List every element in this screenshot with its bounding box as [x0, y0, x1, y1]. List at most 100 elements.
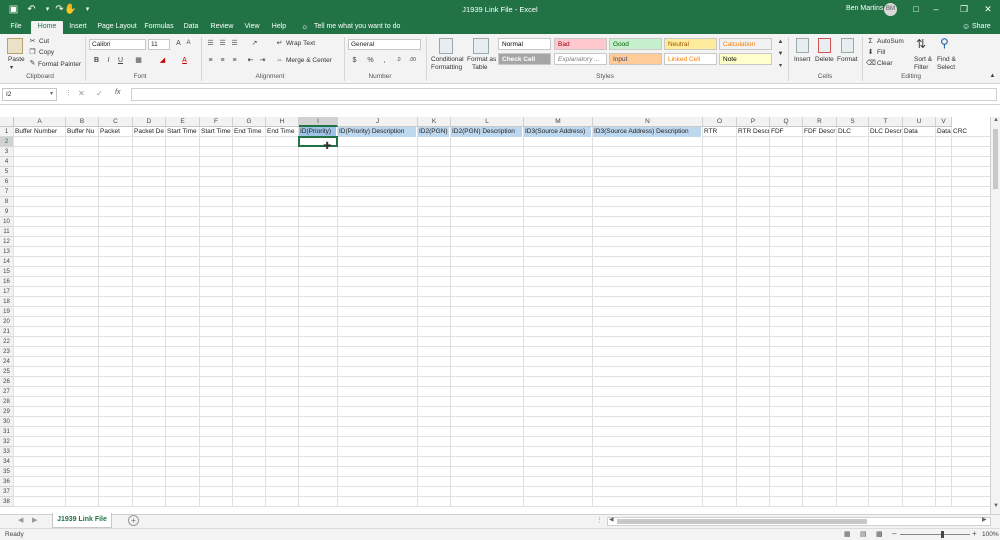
- cell-style-9[interactable]: Note: [719, 53, 772, 65]
- zoom-slider-thumb[interactable]: [941, 531, 944, 538]
- clear-button[interactable]: Clear: [877, 60, 893, 67]
- add-sheet-button[interactable]: +: [128, 515, 139, 526]
- format-painter-button[interactable]: Format Painter: [38, 61, 81, 68]
- orientation-icon[interactable]: ↗: [250, 39, 259, 48]
- avatar[interactable]: BM: [884, 3, 897, 16]
- row-header[interactable]: 15: [0, 267, 14, 277]
- header-cell[interactable]: Data Desc: [936, 127, 951, 137]
- insert-function-icon[interactable]: fx: [115, 89, 120, 96]
- page-layout-view-icon[interactable]: ▤: [860, 530, 867, 538]
- close-icon[interactable]: ✕: [980, 3, 996, 16]
- vertical-scroll-thumb[interactable]: [993, 129, 998, 189]
- zoom-slider[interactable]: [900, 534, 970, 535]
- paste-icon[interactable]: [7, 38, 23, 54]
- row-header[interactable]: 8: [0, 197, 14, 207]
- row-header[interactable]: 26: [0, 377, 14, 387]
- cell-style-6[interactable]: Explanatory ...: [554, 53, 607, 65]
- row-header[interactable]: 19: [0, 307, 14, 317]
- vertical-scrollbar[interactable]: ▲ ▼: [990, 117, 1000, 514]
- format-painter-icon[interactable]: ✎: [28, 59, 37, 68]
- row-header[interactable]: 34: [0, 457, 14, 467]
- row-header[interactable]: 3: [0, 147, 14, 157]
- column-header[interactable]: U: [903, 117, 936, 127]
- enter-icon[interactable]: ✓: [96, 89, 103, 98]
- row-header[interactable]: 23: [0, 347, 14, 357]
- row-header[interactable]: 36: [0, 477, 14, 487]
- row-header[interactable]: 2: [0, 137, 14, 147]
- column-header[interactable]: T: [869, 117, 903, 127]
- delete-cells-button[interactable]: Delete: [815, 56, 834, 63]
- column-header[interactable]: I: [299, 117, 338, 127]
- column-header[interactable]: A: [14, 117, 66, 127]
- row-header[interactable]: 25: [0, 367, 14, 377]
- borders-icon[interactable]: ▦: [134, 56, 143, 65]
- page-break-view-icon[interactable]: ▩: [876, 530, 883, 538]
- cell-style-2[interactable]: Good: [609, 38, 662, 50]
- minimize-icon[interactable]: –: [928, 3, 944, 16]
- header-cell[interactable]: End Time: [233, 127, 265, 137]
- select-all-button[interactable]: [0, 117, 14, 127]
- header-cell[interactable]: CRC: [952, 127, 972, 137]
- column-header[interactable]: F: [200, 117, 233, 127]
- tab-view[interactable]: View: [242, 21, 262, 34]
- align-bottom-icon[interactable]: ☰: [230, 39, 239, 48]
- header-cell[interactable]: Start Time: [166, 127, 199, 137]
- row-header[interactable]: 32: [0, 437, 14, 447]
- tab-data[interactable]: Data: [180, 21, 202, 34]
- row-header[interactable]: 13: [0, 247, 14, 257]
- format-cells-button[interactable]: Format: [837, 56, 858, 63]
- decrease-indent-icon[interactable]: ⇤: [246, 56, 255, 65]
- column-header[interactable]: N: [593, 117, 703, 127]
- copy-button[interactable]: Copy: [39, 49, 54, 56]
- name-box-dropdown-icon[interactable]: ▾: [50, 90, 53, 97]
- header-cell[interactable]: RTR: [703, 127, 736, 137]
- format-as-table-icon[interactable]: [473, 38, 489, 54]
- header-cell[interactable]: DLC: [837, 127, 868, 137]
- tell-me-search[interactable]: Tell me what you want to do: [314, 23, 400, 30]
- row-header[interactable]: 33: [0, 447, 14, 457]
- row-header[interactable]: 11: [0, 227, 14, 237]
- column-header[interactable]: C: [99, 117, 133, 127]
- scroll-right-icon[interactable]: ▶: [982, 516, 987, 523]
- scroll-down-icon[interactable]: ▼: [993, 503, 999, 509]
- fill-icon[interactable]: ⬇: [866, 48, 875, 57]
- row-header[interactable]: 22: [0, 337, 14, 347]
- increase-decimal-icon[interactable]: .0: [394, 56, 403, 65]
- header-cell[interactable]: ID3(Source Address) Description: [593, 127, 702, 137]
- collapse-ribbon-icon[interactable]: ▲: [988, 72, 997, 81]
- selected-cell[interactable]: [298, 136, 338, 147]
- header-cell[interactable]: Packet De: [133, 127, 165, 137]
- font-name-select[interactable]: Calibri: [89, 39, 146, 50]
- italic-icon[interactable]: I: [104, 56, 113, 65]
- number-format-select[interactable]: General: [348, 39, 421, 50]
- cut-button[interactable]: Cut: [39, 38, 49, 45]
- column-header[interactable]: V: [936, 117, 952, 127]
- format-as-table-button[interactable]: Format as: [467, 56, 496, 63]
- header-cell[interactable]: FDF: [770, 127, 802, 137]
- column-header[interactable]: B: [66, 117, 99, 127]
- fill-color-icon[interactable]: ◢: [158, 56, 167, 65]
- next-sheet-icon[interactable]: ▶: [32, 516, 37, 524]
- header-cell[interactable]: Buffer Number: [14, 127, 65, 137]
- insert-cells-button[interactable]: Insert: [794, 56, 810, 63]
- row-header[interactable]: 24: [0, 357, 14, 367]
- header-cell[interactable]: ID2(PGN): [418, 127, 450, 137]
- cell-style-8[interactable]: Linked Cell: [664, 53, 717, 65]
- row-header[interactable]: 21: [0, 327, 14, 337]
- header-cell[interactable]: ID(Priority) Description: [338, 127, 417, 137]
- delete-cells-icon[interactable]: [818, 38, 831, 53]
- row-header[interactable]: 5: [0, 167, 14, 177]
- column-header[interactable]: M: [524, 117, 593, 127]
- cell-style-7[interactable]: Input: [609, 53, 662, 65]
- prev-sheet-icon[interactable]: ◀: [18, 516, 23, 524]
- gallery-up-icon[interactable]: ▲: [776, 38, 785, 47]
- gallery-down-icon[interactable]: ▼: [776, 50, 785, 59]
- tab-insert[interactable]: Insert: [66, 21, 90, 34]
- row-header[interactable]: 14: [0, 257, 14, 267]
- percent-icon[interactable]: %: [366, 56, 375, 65]
- hscroll-options-icon[interactable]: ⋮: [596, 516, 603, 524]
- align-top-icon[interactable]: ☰: [206, 39, 215, 48]
- header-cell[interactable]: ID3(Source Address): [524, 127, 592, 137]
- row-header[interactable]: 27: [0, 387, 14, 397]
- paste-dropdown-icon[interactable]: ▾: [10, 64, 13, 71]
